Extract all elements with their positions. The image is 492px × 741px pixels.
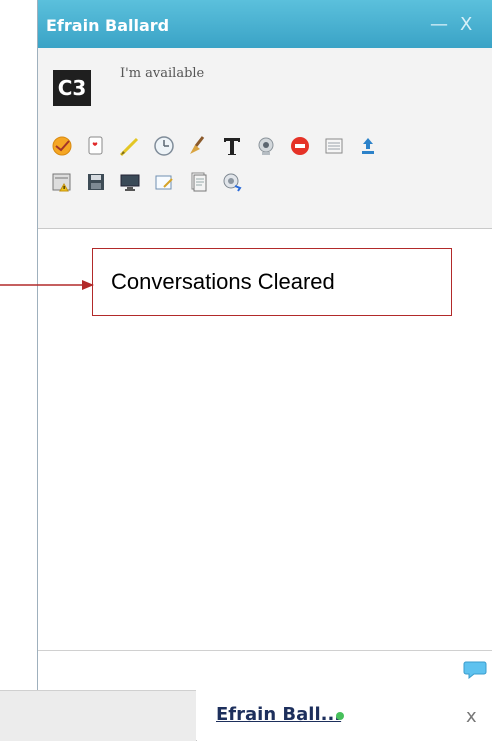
clock-icon[interactable] [152, 134, 176, 158]
calendar-icon[interactable] [50, 170, 74, 194]
online-status-icon [336, 712, 344, 720]
monitor-icon[interactable] [118, 170, 142, 194]
webcam-icon[interactable] [254, 134, 278, 158]
document-icon[interactable] [186, 170, 210, 194]
refresh-globe-icon[interactable] [220, 170, 244, 194]
status-text: I'm available [120, 66, 205, 81]
tab-label[interactable]: Efrain Ball... [216, 704, 341, 725]
save-icon[interactable] [84, 170, 108, 194]
callout-arrow-icon [0, 280, 94, 290]
block-icon[interactable] [288, 134, 312, 158]
taskbar: Efrain Ball... x [0, 690, 492, 741]
close-button[interactable]: X [460, 14, 472, 35]
callout-text: Conversations Cleared [111, 269, 335, 294]
list-icon[interactable] [322, 134, 346, 158]
window-title: Efrain Ballard [46, 16, 170, 35]
toolbar [50, 134, 480, 206]
upload-icon[interactable] [356, 134, 380, 158]
chat-bubble-icon[interactable] [463, 659, 487, 679]
taskbar-empty-tab[interactable] [0, 690, 197, 741]
profile-panel: C3 I'm available [38, 48, 492, 229]
notepad-icon[interactable] [152, 170, 176, 194]
chat-window: Efrain Ballard — X C3 I'm available [37, 0, 492, 691]
conversation-tab[interactable]: Efrain Ball... x [196, 690, 492, 740]
minimize-button[interactable]: — [430, 14, 448, 35]
avatar[interactable]: C3 [53, 70, 91, 106]
conversations-cleared-callout: Conversations Cleared [92, 248, 452, 316]
emoticon-icon[interactable] [50, 134, 74, 158]
text-format-icon[interactable] [220, 134, 244, 158]
tab-close-button[interactable]: x [466, 706, 477, 727]
pencil-icon[interactable] [118, 134, 142, 158]
title-bar[interactable]: Efrain Ballard — X [38, 0, 492, 48]
message-input[interactable] [38, 650, 492, 691]
card-icon[interactable] [84, 134, 108, 158]
broom-icon[interactable] [186, 134, 210, 158]
